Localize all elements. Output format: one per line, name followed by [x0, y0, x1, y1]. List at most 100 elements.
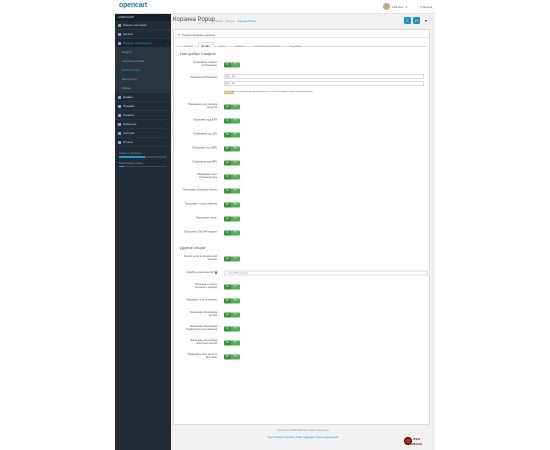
footer-links[interactable]: Купить Модуль OpenCart | Ответ поддержки…	[171, 437, 435, 439]
tab[interactable]: Поддержка	[285, 42, 305, 48]
toggle-no[interactable]: Нет	[231, 298, 240, 304]
tab[interactable]: Личный	[180, 42, 197, 48]
sidebar-item[interactable]: Продажи ›	[115, 102, 171, 111]
menu-icon	[118, 41, 121, 45]
yes-no-toggle[interactable]: Да Нет	[224, 188, 240, 194]
toggle-yes[interactable]: Да	[224, 202, 231, 208]
sidebar-item-label: Панель состояния	[123, 23, 147, 27]
toggle-no[interactable]: Нет	[231, 216, 240, 222]
tab[interactable]: Дизайн	[197, 42, 214, 48]
panel-heading: ✎ Редактирование корзины	[174, 30, 429, 38]
toggle-no[interactable]: Нет	[231, 188, 240, 194]
yes-no-toggle[interactable]: Да Нет	[224, 216, 240, 222]
yes-no-toggle[interactable]: Да Нет	[224, 284, 240, 290]
toggle-yes[interactable]: Да	[224, 298, 231, 304]
toggle-no[interactable]: Нет	[231, 132, 240, 138]
yes-no-toggle[interactable]: Да Нет	[224, 354, 240, 360]
toggle-yes[interactable]: Да	[224, 256, 231, 262]
tab[interactable]: Настр.	[215, 42, 230, 48]
selector-input[interactable]: #quickPRB-wrap-link	[224, 270, 428, 276]
toggle-no[interactable]: Нет	[231, 146, 240, 152]
toggle-yes[interactable]: Да	[224, 174, 231, 180]
toggle-no[interactable]: Нет	[231, 326, 240, 332]
yes-no-toggle[interactable]: Да Нет	[224, 174, 240, 180]
sidebar-item-label: Заказы	[122, 86, 131, 90]
sidebar-item[interactable]: Способы доставки	[115, 57, 171, 66]
opencart-logo[interactable]: opencart	[119, 2, 147, 9]
help-icon[interactable]	[214, 271, 217, 274]
user-name[interactable]: Lilia Dev	[392, 5, 404, 9]
toggle-no[interactable]: Нет	[231, 340, 240, 346]
yes-no-toggle[interactable]: Да Нет	[224, 132, 240, 138]
yes-no-toggle[interactable]: Да Нет	[224, 256, 240, 262]
sidebar-item[interactable]: Конструктор	[115, 75, 171, 84]
tab[interactable]: Сервисы	[231, 42, 249, 48]
yes-no-toggle[interactable]: Да Нет	[224, 202, 240, 208]
yes-no-toggle[interactable]: Да Нет	[224, 340, 240, 346]
logout-label[interactable]: Выход	[423, 5, 432, 9]
sidebar-item[interactable]: Система ›	[115, 129, 171, 138]
toggle-no[interactable]: Нет	[231, 174, 240, 180]
toggle-yes[interactable]: Да	[224, 326, 231, 332]
toggle-yes[interactable]: Да	[224, 146, 231, 152]
sidebar-item[interactable]: Панель состояния	[115, 21, 171, 30]
toggle-yes[interactable]: Да	[224, 230, 231, 236]
height-input[interactable]: H 80	[224, 81, 424, 86]
toggle-no[interactable]: Нет	[231, 230, 240, 236]
yes-no-toggle[interactable]: Да Нет	[224, 160, 240, 166]
yes-no-toggle[interactable]: Да Нет	[224, 146, 240, 152]
toggle-yes[interactable]: Да	[224, 354, 231, 360]
tab[interactable]: Специальное в корзине	[250, 42, 284, 48]
toggle-no[interactable]: Нет	[231, 62, 240, 68]
toggle-yes[interactable]: Да	[224, 312, 231, 318]
toggle-no[interactable]: Нет	[231, 202, 240, 208]
yes-no-toggle[interactable]: Да Нет	[224, 118, 240, 124]
yes-no-toggle[interactable]: Да Нет	[224, 326, 240, 332]
toggle-yes[interactable]: Да	[224, 284, 231, 290]
sidebar-item[interactable]: Маркетинг ›	[115, 120, 171, 129]
toggle-no[interactable]: Нет	[231, 312, 240, 318]
toggle-no[interactable]: Нет	[231, 160, 240, 166]
toggle-no[interactable]: Нет	[231, 354, 240, 360]
user-menu[interactable]: Lilia Dev ▾	[383, 3, 407, 10]
save-button[interactable]: ✓	[404, 17, 411, 24]
width-input[interactable]: W 80	[224, 74, 424, 79]
yes-no-toggle[interactable]: Да Нет	[224, 312, 240, 318]
toggle-yes[interactable]: Да	[224, 188, 231, 194]
yes-no-toggle[interactable]: Да Нет	[224, 62, 240, 68]
toggle-yes[interactable]: Да	[224, 104, 231, 110]
yes-no-toggle[interactable]: Да Нет	[224, 230, 240, 236]
toggle-no[interactable]: Нет	[231, 284, 240, 290]
progress-bar	[119, 156, 167, 158]
height-value[interactable]: 80	[230, 82, 234, 85]
yes-no-toggle[interactable]: Да Нет	[224, 298, 240, 304]
sidebar-item[interactable]: Каталог ›	[115, 30, 171, 39]
yes-no-toggle[interactable]: Да Нет	[224, 104, 240, 110]
sidebar-item[interactable]: Заказы	[115, 84, 171, 93]
toggle-yes[interactable]: Да	[224, 118, 231, 124]
more-menu-button[interactable]: ▾	[423, 17, 429, 24]
breadcrumb-modules[interactable]: Модули	[226, 20, 235, 23]
sidebar-item[interactable]: Корзина Popup	[115, 66, 171, 75]
sidebar-item[interactable]: Отчеты ›	[115, 138, 171, 147]
sidebar-item[interactable]: Модули	[115, 48, 171, 57]
logout-link[interactable]: ⏻ Выход	[420, 5, 432, 9]
sidebar-item[interactable]: Модули / Расширения ›	[115, 39, 171, 48]
width-value[interactable]: 80	[230, 75, 234, 78]
toggle-no[interactable]: Нет	[231, 256, 240, 262]
toggle-yes[interactable]: Да	[224, 216, 231, 222]
breadcrumb-current[interactable]: Корзина Popup	[238, 20, 256, 23]
breadcrumb-home[interactable]: Главная	[213, 20, 223, 23]
sidebar-item[interactable]: Дизайн ›	[115, 93, 171, 102]
toggle-no[interactable]: Нет	[231, 104, 240, 110]
toggle-yes[interactable]: Да	[224, 160, 231, 166]
setting-row: Показывать поле Производитель Да Нет	[174, 170, 429, 184]
toggle-no[interactable]: Нет	[231, 118, 240, 124]
back-button[interactable]: ↩	[413, 17, 420, 24]
toggle-yes[interactable]: Да	[224, 340, 231, 346]
sidebar-item[interactable]: Клиенты ›	[115, 111, 171, 120]
avatar[interactable]	[383, 3, 390, 10]
warning-text: если не изменять размер изображения, то …	[232, 91, 314, 93]
toggle-yes[interactable]: Да	[224, 132, 231, 138]
toggle-yes[interactable]: Да	[224, 62, 231, 68]
